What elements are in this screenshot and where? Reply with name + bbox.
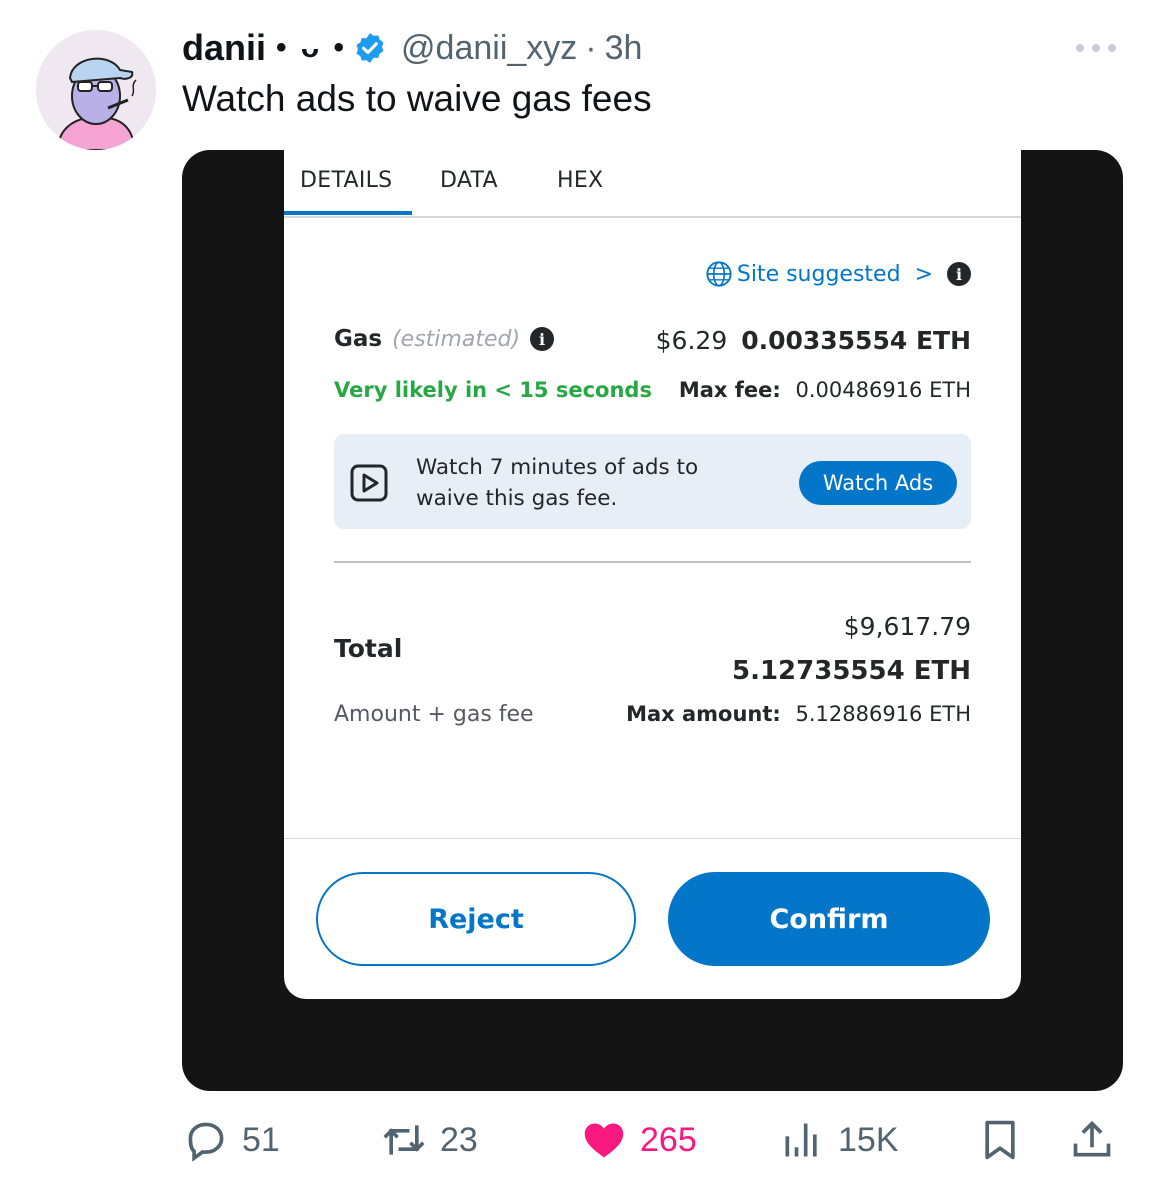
gas-usd: $6.29 [655,326,728,355]
tweet-timestamp[interactable]: 3h [605,29,643,68]
heart-icon [584,1123,624,1158]
site-suggested-label: Site suggested [736,261,901,287]
bookmark-action[interactable] [978,1114,1022,1166]
active-tab-indicator [284,211,412,215]
max-fee: Max fee: 0.00486916 ETH [679,378,971,402]
verified-badge-icon [356,33,384,63]
total-eth: 5.12735554 ETH [731,656,971,686]
info-icon[interactable]: i [947,262,971,286]
views-icon [785,1123,817,1157]
tab-hex[interactable]: HEX [557,168,603,193]
reply-icon [188,1122,224,1162]
watch-ads-banner: Watch 7 minutes of ads to waive this gas… [334,434,971,529]
reply-count: 51 [242,1120,280,1159]
like-count: 265 [640,1120,697,1159]
separator-dot: · [585,28,597,67]
share-action[interactable] [1070,1114,1114,1166]
retweet-count: 23 [440,1120,478,1159]
tab-data[interactable]: DATA [440,168,498,193]
reject-button[interactable]: Reject [316,872,636,966]
globe-icon [706,261,732,287]
max-amount-label: Max amount: [626,702,781,726]
confirm-button[interactable]: Confirm [668,872,990,966]
retweet-action[interactable]: 23 [382,1114,478,1166]
info-icon[interactable]: i [530,327,555,351]
site-suggested-link[interactable]: Site suggested > i [705,260,971,288]
amount-gas-fee-label: Amount + gas fee [334,702,534,727]
tweet-text: Watch ads to waive gas fees [182,78,652,119]
author-name[interactable]: danii [182,27,266,69]
tweet-header: danii • ᴗ • @danii_xyz · 3h [182,24,642,72]
gas-speed-estimate: Very likely in < 15 seconds [334,378,652,402]
author-name-decoration: • ᴗ • [276,31,348,64]
tab-details[interactable]: DETAILS [300,168,392,193]
author-handle[interactable]: @danii_xyz [401,29,577,68]
gas-eth: 0.00335554 ETH [741,326,971,355]
max-amount-value: 5.12886916 ETH [795,702,972,726]
gas-label-row: Gas (estimated) i [334,326,555,352]
max-amount: Max amount: 5.12886916 ETH [626,702,971,726]
more-icon[interactable] [1072,34,1120,62]
avatar[interactable] [36,30,156,150]
tab-bar: DETAILS DATA HEX [284,150,1021,218]
gas-label: Gas [334,326,383,352]
views-count: 15K [838,1120,899,1159]
like-action[interactable]: 265 [582,1114,697,1166]
reply-action[interactable]: 51 [184,1114,280,1166]
watch-ads-button[interactable]: Watch Ads [799,461,957,505]
chevron-right-icon: > [914,261,933,287]
max-fee-value: 0.00486916 ETH [795,378,972,402]
avatar-illustration [36,30,156,150]
gas-values: $6.29 0.00335554 ETH [656,326,971,355]
max-fee-label: Max fee: [678,378,781,402]
gas-estimated-label: (estimated) [392,326,521,352]
play-icon [350,464,388,502]
retweet-icon [383,1125,425,1155]
share-icon [1073,1120,1111,1157]
footer-divider [284,838,1021,839]
total-usd: $9,617.79 [843,612,971,641]
tweet-media[interactable]: DETAILS DATA HEX Site suggested > i Gas … [182,150,1123,1091]
bookmark-icon [985,1120,1015,1160]
total-label: Total [334,634,403,663]
watch-ads-description: Watch 7 minutes of ads to waive this gas… [416,455,699,511]
divider [334,561,971,563]
views-action[interactable]: 15K [780,1114,899,1166]
wallet-confirmation-card: DETAILS DATA HEX Site suggested > i Gas … [284,150,1021,999]
